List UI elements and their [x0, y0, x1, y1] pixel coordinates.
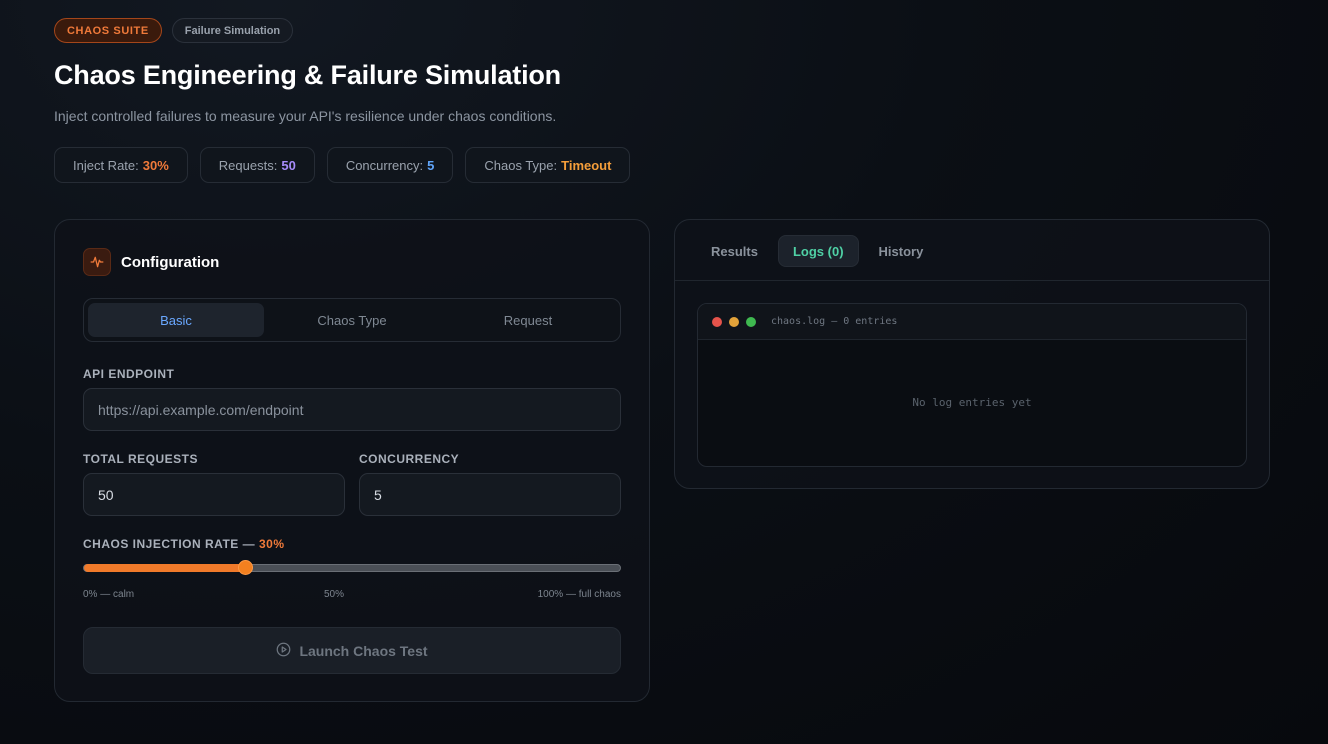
window-minimize-dot — [729, 316, 739, 327]
rate-label-text: CHAOS INJECTION RATE — — [83, 537, 256, 551]
configuration-panel: Configuration Basic Chaos Type Request A… — [54, 219, 650, 702]
tick-full: 100% — full chaos — [537, 589, 621, 600]
failure-simulation-badge: Failure Simulation — [171, 18, 294, 43]
stat-label: Chaos Type: — [484, 157, 558, 173]
chaos-injection-rate-label: CHAOS INJECTION RATE — 30% — [83, 537, 285, 551]
stat-label: Inject Rate: — [73, 157, 139, 173]
stat-label: Concurrency: — [345, 157, 424, 173]
results-panel: Results Logs (0) History chaos.log — 0 e… — [674, 219, 1270, 489]
window-maximize-dot — [746, 316, 756, 327]
tab-divider — [675, 280, 1269, 281]
launch-label: Launch Chaos Test — [299, 642, 428, 659]
tab-logs[interactable]: Logs (0) — [777, 235, 859, 267]
tab-basic[interactable]: Basic — [88, 303, 264, 337]
stat-value: Timeout — [561, 157, 612, 173]
empty-log-message: No log entries yet — [912, 396, 1032, 409]
window-close-dot — [712, 316, 722, 327]
slider-fill — [84, 564, 245, 572]
play-circle-icon — [276, 642, 291, 660]
launch-chaos-test-button[interactable]: Launch Chaos Test — [83, 627, 621, 674]
tab-request[interactable]: Request — [440, 303, 616, 337]
total-requests-input[interactable]: 50 — [83, 473, 345, 516]
concurrency-input[interactable]: 5 — [359, 473, 621, 516]
api-endpoint-label: API ENDPOINT — [83, 367, 175, 381]
api-endpoint-input[interactable]: https://api.example.com/endpoint — [83, 388, 621, 431]
rate-value: 30% — [258, 537, 285, 551]
terminal-titlebar: chaos.log — 0 entries — [698, 304, 1246, 340]
stat-requests: Requests: 50 — [199, 147, 315, 183]
stat-label: Requests: — [218, 157, 278, 173]
tab-results[interactable]: Results — [697, 235, 772, 267]
tick-calm: 0% — calm — [83, 589, 135, 600]
tab-chaos-type[interactable]: Chaos Type — [264, 303, 440, 337]
page-subtitle: Inject controlled failures to measure yo… — [54, 108, 557, 124]
chaos-rate-slider[interactable] — [83, 560, 621, 575]
stat-inject-rate: Inject Rate: 30% — [54, 147, 188, 183]
total-requests-label: TOTAL REQUESTS — [83, 452, 199, 466]
stats-bar: Inject Rate: 30% Requests: 50 Concurrenc… — [54, 147, 631, 183]
stat-chaos-type: Chaos Type: Timeout — [465, 147, 631, 183]
configuration-title: Configuration — [121, 253, 220, 271]
terminal-title: chaos.log — 0 entries — [771, 316, 898, 327]
tab-history[interactable]: History — [865, 235, 938, 267]
page-title: Chaos Engineering & Failure Simulation — [54, 60, 561, 90]
stat-value: 50 — [281, 157, 296, 173]
concurrency-label: CONCURRENCY — [359, 452, 460, 466]
stat-value: 30% — [142, 157, 169, 173]
log-terminal: chaos.log — 0 entries No log entries yet — [697, 303, 1247, 467]
config-tabs: Basic Chaos Type Request — [83, 298, 621, 342]
stat-concurrency: Concurrency: 5 — [326, 147, 454, 183]
results-tabs: Results Logs (0) History — [697, 235, 937, 267]
configuration-header: Configuration — [83, 248, 219, 276]
stat-value: 5 — [427, 157, 435, 173]
page: CHAOS SUITE Failure Simulation Chaos Eng… — [0, 0, 1328, 744]
chaos-suite-badge: CHAOS SUITE — [54, 18, 162, 43]
tick-mid: 50% — [324, 589, 345, 600]
slider-thumb[interactable] — [237, 560, 253, 575]
header-badges: CHAOS SUITE Failure Simulation — [54, 18, 294, 43]
activity-icon — [83, 248, 111, 276]
